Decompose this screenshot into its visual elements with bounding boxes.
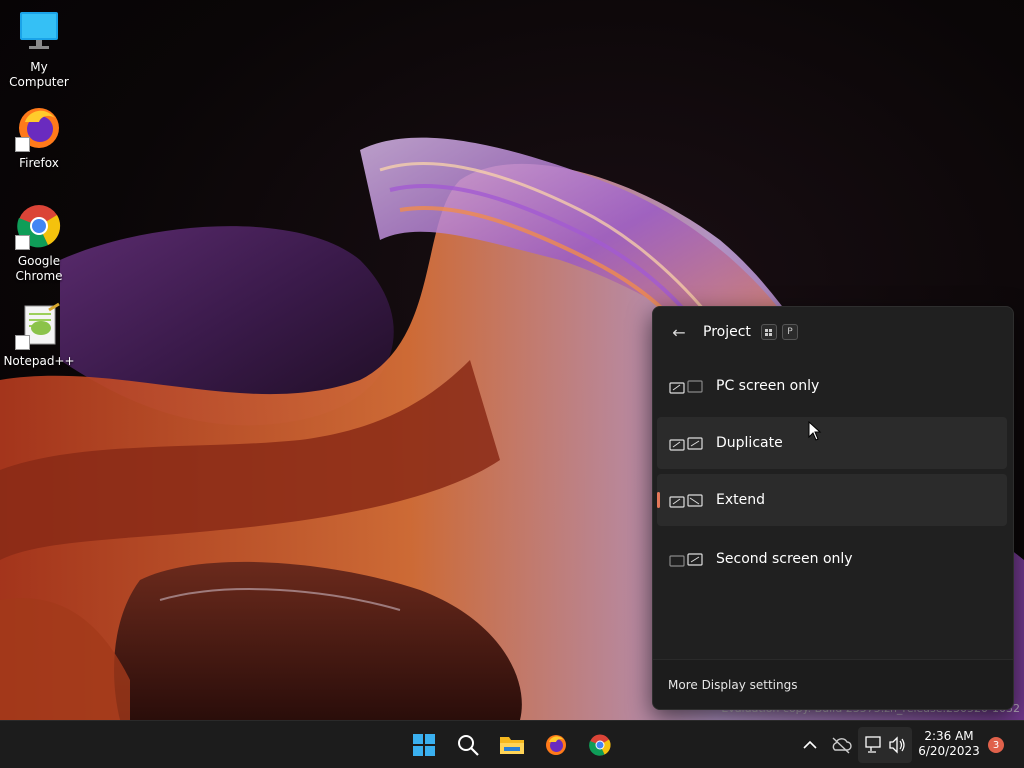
- option-extend[interactable]: Extend: [657, 474, 1007, 526]
- desktop-icon-label: Firefox: [19, 156, 59, 170]
- chrome-icon: [589, 734, 611, 756]
- chevron-up-icon: [803, 740, 817, 749]
- shortcut-arrow-icon: [15, 235, 30, 250]
- shortcut-arrow-icon: [15, 137, 30, 152]
- notepad-plus-plus-icon: [15, 302, 63, 350]
- chrome-icon: [15, 202, 63, 250]
- option-second-screen-only[interactable]: Second screen only: [657, 533, 1007, 585]
- desktop-screen: My Computer Firefox Google Chrome Notepa…: [0, 0, 1024, 768]
- shortcut-key-p: P: [781, 324, 798, 340]
- more-display-settings-link[interactable]: More Display settings: [668, 678, 797, 692]
- panel-title: Project: [703, 324, 751, 340]
- second-screen-only-icon: [669, 552, 705, 567]
- option-label: Duplicate: [716, 435, 783, 451]
- show-hidden-icons-button[interactable]: [800, 735, 820, 755]
- search-icon: [458, 735, 479, 756]
- quick-settings-button[interactable]: [858, 727, 912, 763]
- option-label: Second screen only: [716, 551, 853, 567]
- option-pc-screen-only[interactable]: PC screen only: [657, 360, 1007, 412]
- taskbar: 2:36 AM 6/20/2023 3: [0, 720, 1024, 768]
- clock-date: 6/20/2023: [918, 744, 980, 758]
- desktop-icon-my-computer[interactable]: My Computer: [0, 8, 78, 90]
- clock-time: 2:36 AM: [924, 729, 974, 743]
- search-button[interactable]: [452, 729, 484, 761]
- pc-screen-only-icon: [669, 379, 705, 394]
- firefox-icon: [15, 104, 63, 152]
- project-header: ← Project P: [653, 307, 1013, 357]
- desktop-icon-google-chrome[interactable]: Google Chrome: [0, 202, 78, 284]
- back-arrow-icon: ←: [672, 322, 686, 342]
- option-label: Extend: [716, 492, 765, 508]
- duplicate-icon: [669, 436, 705, 451]
- clock[interactable]: 2:36 AM 6/20/2023: [916, 729, 982, 761]
- notification-badge[interactable]: 3: [988, 737, 1004, 753]
- desktop-icon-label: Google Chrome: [15, 254, 63, 283]
- desktop-icon-notepad-plus-plus[interactable]: Notepad++: [0, 302, 78, 369]
- back-button[interactable]: ←: [669, 322, 689, 342]
- file-explorer-button[interactable]: [496, 729, 528, 761]
- option-label: PC screen only: [716, 378, 820, 394]
- chrome-taskbar-button[interactable]: [584, 729, 616, 761]
- firefox-icon: [546, 735, 566, 755]
- monitor-icon: [15, 8, 63, 56]
- desktop-icon-label: My Computer: [9, 60, 69, 89]
- windows-key-icon: [760, 324, 777, 340]
- start-icon: [413, 734, 435, 756]
- project-flyout: ← Project P PC screen only Duplicate Ext…: [652, 306, 1014, 710]
- mouse-cursor-icon: [808, 421, 822, 441]
- extend-icon: [669, 493, 705, 508]
- cloud-offline-icon: [832, 737, 852, 754]
- desktop-icon-firefox[interactable]: Firefox: [0, 104, 78, 171]
- desktop-icon-label: Notepad++: [3, 354, 75, 368]
- start-button[interactable]: [408, 729, 440, 761]
- option-duplicate[interactable]: Duplicate: [657, 417, 1007, 469]
- selected-indicator: [657, 492, 660, 508]
- project-footer: More Display settings: [653, 659, 1013, 709]
- file-explorer-icon: [500, 737, 524, 754]
- firefox-taskbar-button[interactable]: [540, 729, 572, 761]
- onedrive-tray-button[interactable]: [830, 735, 852, 755]
- network-volume-icons: [865, 736, 905, 754]
- shortcut-arrow-icon: [15, 335, 30, 350]
